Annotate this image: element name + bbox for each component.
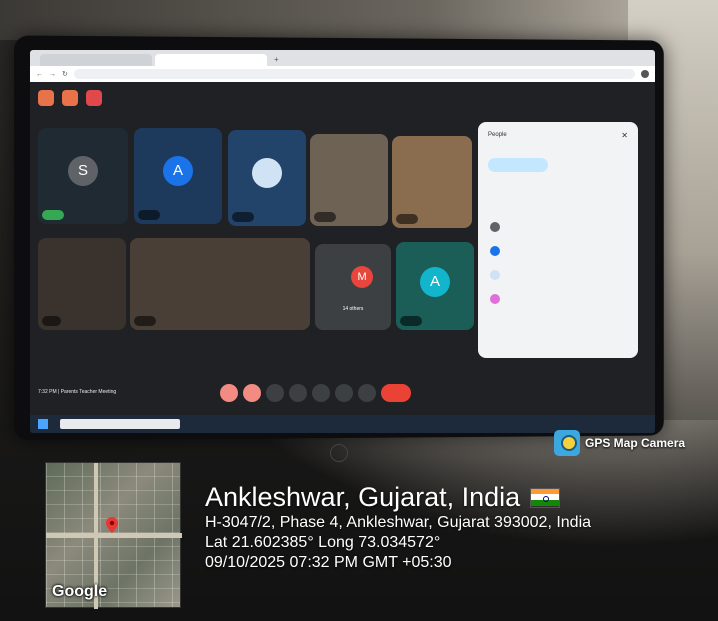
more-options-button[interactable]	[358, 384, 376, 402]
participant-row[interactable]	[490, 270, 500, 280]
browser-tab-active[interactable]	[155, 54, 267, 66]
meet-area: S A M 14 others A People ✕ 7:32 PM | Par…	[30, 82, 655, 415]
laptop-screen: + ← → ↻ S A M 14 others A People ✕ 7:32 …	[30, 50, 655, 433]
others-count: 14 others	[342, 306, 364, 312]
meeting-controls	[220, 384, 411, 402]
participant-name	[42, 316, 62, 326]
taskbar-search[interactable]	[60, 419, 180, 429]
raise-hand-button[interactable]	[335, 384, 353, 402]
participant-row[interactable]	[490, 246, 500, 256]
meeting-time: 7:32 PM	[38, 389, 57, 395]
profile-icon[interactable]	[641, 70, 649, 78]
browser-urlbar: ← → ↻	[30, 66, 655, 82]
map-road	[46, 533, 182, 538]
avatar	[490, 246, 500, 256]
video-tile[interactable]: S	[38, 128, 128, 224]
others-tile[interactable]: M 14 others	[315, 244, 391, 330]
avatar: S	[68, 156, 98, 187]
mic-button[interactable]	[220, 384, 238, 402]
add-people-button[interactable]	[488, 158, 548, 172]
avatar	[490, 270, 500, 280]
participant-name	[396, 214, 418, 224]
recording-icon[interactable]	[86, 90, 102, 106]
google-watermark: Google	[52, 583, 108, 600]
people-panel-title: People	[488, 132, 507, 138]
captions-button[interactable]	[266, 384, 284, 402]
meet-top-icons	[38, 90, 102, 106]
browser-tabbar: +	[30, 50, 655, 66]
leave-call-button[interactable]	[381, 384, 411, 402]
present-button[interactable]	[312, 384, 330, 402]
india-flag-icon	[530, 487, 561, 508]
address: H-3047/2, Phase 4, Ankleshwar, Gujarat 3…	[205, 514, 592, 531]
location-title: Ankleshwar, Gujarat, India	[205, 482, 521, 512]
video-tile[interactable]: A	[396, 242, 474, 330]
participant-row[interactable]	[490, 294, 500, 304]
avatar-photo	[252, 158, 282, 189]
participant-name	[400, 316, 422, 326]
gps-camera-icon	[554, 430, 580, 456]
back-icon[interactable]: ←	[36, 71, 43, 78]
video-tile-camera[interactable]	[130, 238, 310, 330]
video-tile-camera[interactable]	[38, 238, 126, 330]
participant-name	[232, 212, 254, 222]
new-tab-icon[interactable]: +	[270, 54, 283, 66]
map-pin-icon	[106, 517, 118, 533]
wall-top	[0, 0, 718, 40]
video-tile-camera[interactable]	[392, 136, 472, 228]
avatar: M	[351, 265, 374, 288]
avatar	[490, 222, 500, 232]
participant-name	[134, 316, 156, 326]
emoji-button[interactable]	[289, 384, 307, 402]
participant-row[interactable]	[490, 222, 500, 232]
participant-name	[138, 210, 160, 220]
map-thumbnail: Google	[45, 462, 182, 609]
location-info: Ankleshwar, Gujarat, India H-3047/2, Pha…	[205, 482, 591, 573]
gps-map-camera-badge: GPS Map Camera	[554, 430, 685, 456]
video-tile[interactable]: A	[134, 128, 222, 224]
browser-tab[interactable]	[40, 54, 152, 66]
address-bar[interactable]	[73, 69, 635, 79]
reload-icon[interactable]: ↻	[62, 70, 68, 78]
meeting-info: 7:32 PM | Parents Teacher Meeting	[38, 389, 117, 395]
avatar: A	[420, 266, 450, 297]
close-icon[interactable]: ✕	[621, 131, 628, 140]
participant-name	[42, 210, 64, 220]
avatar	[490, 294, 500, 304]
video-tile[interactable]	[228, 130, 306, 226]
participant-name	[314, 212, 336, 222]
meet-bottom-bar: 7:32 PM | Parents Teacher Meeting	[30, 382, 655, 402]
video-tile-camera[interactable]	[310, 134, 388, 226]
coordinates: Lat 21.602385° Long 73.034572°	[205, 534, 441, 551]
people-panel: People ✕	[478, 122, 638, 358]
windows-start-icon[interactable]	[38, 419, 48, 429]
camera-button[interactable]	[243, 384, 261, 402]
datetime: 09/10/2025 07:32 PM GMT +05:30	[205, 554, 452, 571]
meet-icon[interactable]	[38, 90, 54, 106]
gps-app-name: GPS Map Camera	[585, 436, 686, 450]
avatar: A	[163, 156, 193, 187]
hp-logo	[330, 444, 348, 462]
location-title-row: Ankleshwar, Gujarat, India	[205, 482, 591, 513]
meet-icon[interactable]	[62, 90, 78, 106]
forward-icon[interactable]: →	[49, 71, 56, 78]
meeting-title: Parents Teacher Meeting	[60, 389, 117, 395]
